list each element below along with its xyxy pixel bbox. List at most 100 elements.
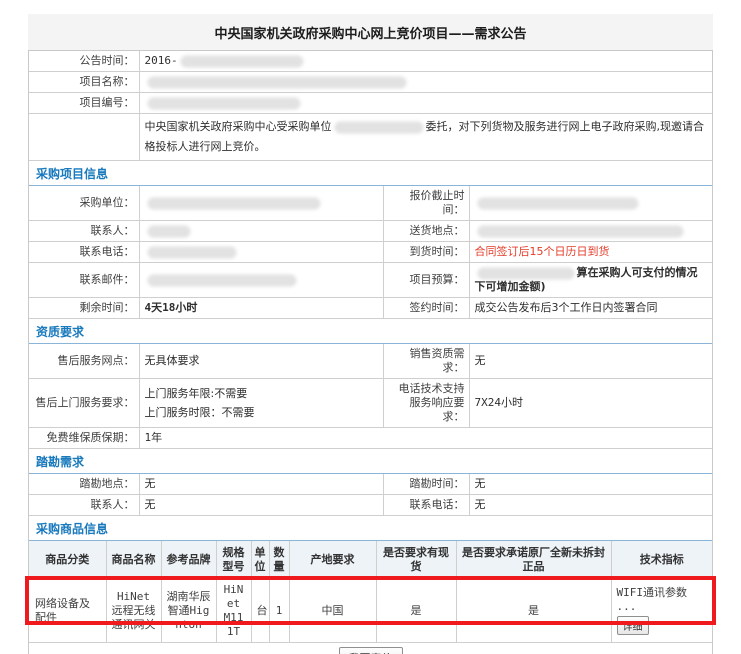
redacted-text xyxy=(148,275,296,286)
product-header-row: 商品分类 商品名称 参考品牌 规格型号 单位 数量 产地要求 是否要求有现货 是… xyxy=(29,541,712,579)
contact-label: 联系人： xyxy=(29,221,139,242)
col-in-stock: 是否要求有现货 xyxy=(376,541,456,579)
col-quantity: 数量 xyxy=(269,541,289,579)
detail-button[interactable]: 详细 xyxy=(617,616,649,635)
section-title-survey: 踏勘需求 xyxy=(29,448,712,474)
col-brand-new: 是否要求承诺原厂全新未拆封正品 xyxy=(456,541,611,579)
section-title-qualification: 资质要求 xyxy=(29,318,712,344)
survey-table: 踏勘地点： 无 踏勘时间： 无 联系人： 无 联系电话： 无 xyxy=(29,474,712,515)
phone-support-value: 7X24小时 xyxy=(469,379,712,428)
project-info-table: 采购单位： 报价截止时间： 联系人： 送货地点： 联系电话： 到货时间： 合同签… xyxy=(29,186,712,318)
redacted-text xyxy=(335,122,423,133)
onsite-service-value: 上门服务年限:不需要上门服务时限：不需要 xyxy=(139,379,383,428)
announcement-table: 公告时间： 2016- 项目名称： 项目编号： 中央国家机关政府采购中心受采购单… xyxy=(29,51,712,160)
redacted-text xyxy=(181,56,303,67)
page-title: 中央国家机关政府采购中心网上竞价项目——需求公告 xyxy=(28,14,713,50)
table-row: 踏勘地点： 无 踏勘时间： 无 xyxy=(29,474,712,495)
table-row: 联系邮件： 项目预算： 算在采购人可支付的情况下可增加金额) xyxy=(29,263,712,298)
budget-value: 算在采购人可支付的情况下可增加金额) xyxy=(469,263,712,298)
col-tech-spec: 技术指标 xyxy=(611,541,712,579)
redacted-text xyxy=(478,226,683,237)
survey-place-value: 无 xyxy=(139,474,383,495)
redacted-text xyxy=(148,247,236,258)
product-model: HiNet M111T xyxy=(216,579,251,642)
redacted-text xyxy=(148,226,190,237)
col-brand: 参考品牌 xyxy=(161,541,216,579)
phone-support-label: 电话技术支持服务响应要求： xyxy=(383,379,469,428)
demand-announcement-page: 中央国家机关政府采购中心网上竞价项目——需求公告 公告时间： 2016- 项目名… xyxy=(0,14,741,654)
survey-time-label: 踏勘时间： xyxy=(383,474,469,495)
budget-label: 项目预算： xyxy=(383,263,469,298)
product-in-stock: 是 xyxy=(376,579,456,642)
arrival-time-value: 合同签订后15个日历日到货 xyxy=(469,242,712,263)
redacted-text xyxy=(478,198,638,209)
content-frame: 公告时间： 2016- 项目名称： 项目编号： 中央国家机关政府采购中心受采购单… xyxy=(28,50,713,654)
deadline-label: 报价截止时间： xyxy=(383,186,469,221)
col-origin: 产地要求 xyxy=(289,541,376,579)
product-origin: 中国 xyxy=(289,579,376,642)
purchaser-label: 采购单位： xyxy=(29,186,139,221)
sign-time-value: 成交公告发布后3个工作日内签署合同 xyxy=(469,298,712,319)
col-model: 规格型号 xyxy=(216,541,251,579)
arrival-time-label: 到货时间： xyxy=(383,242,469,263)
sales-qualification-value: 无 xyxy=(469,344,712,379)
remaining-time-value: 4天18小时 xyxy=(139,298,383,319)
survey-contact-label: 联系人： xyxy=(29,495,139,516)
qualification-table: 售后服务网点： 无具体要求 销售资质需求： 无 售后上门服务要求： 上门服务年限… xyxy=(29,344,712,448)
redacted-text xyxy=(148,77,406,88)
table-row: 联系人： 送货地点： xyxy=(29,221,712,242)
col-name: 商品名称 xyxy=(106,541,161,579)
survey-phone-label: 联系电话： xyxy=(383,495,469,516)
product-name: HiNet远程无线通讯网关 xyxy=(106,579,161,642)
product-quantity: 1 xyxy=(269,579,289,642)
bid-button[interactable]: 我要竞价 xyxy=(339,647,403,654)
product-unit: 台 xyxy=(251,579,269,642)
redacted-text xyxy=(478,268,574,279)
warranty-label: 免费维保质保期： xyxy=(29,428,139,449)
bid-button-row: 我要竞价 xyxy=(29,642,712,654)
table-row: 联系人： 无 联系电话： 无 xyxy=(29,495,712,516)
warranty-value: 1年 xyxy=(139,428,712,449)
product-tech-spec: WIFI通讯参数 ... 详细 xyxy=(611,579,712,642)
redacted-text xyxy=(148,198,320,209)
survey-place-label: 踏勘地点： xyxy=(29,474,139,495)
sign-time-label: 签约时间： xyxy=(383,298,469,319)
announce-time-value: 2016- xyxy=(145,54,178,67)
product-brand: 湖南华辰智通Hignton xyxy=(161,579,216,642)
service-outlet-label: 售后服务网点： xyxy=(29,344,139,379)
product-row: 网络设备及配件 HiNet远程无线通讯网关 湖南华辰智通Hignton HiNe… xyxy=(29,579,712,642)
delivery-place-label: 送货地点： xyxy=(383,221,469,242)
product-table-wrap: 商品分类 商品名称 参考品牌 规格型号 单位 数量 产地要求 是否要求有现货 是… xyxy=(29,541,712,642)
survey-contact-value: 无 xyxy=(139,495,383,516)
table-row: 项目名称： xyxy=(29,72,712,93)
redacted-text xyxy=(148,98,300,109)
entrust-paragraph: 中央国家机关政府采购中心受采购单位委托，对下列货物及服务进行网上电子政府采购,现… xyxy=(139,114,712,161)
onsite-service-label: 售后上门服务要求： xyxy=(29,379,139,428)
col-unit: 单位 xyxy=(251,541,269,579)
table-row: 中央国家机关政府采购中心受采购单位委托，对下列货物及服务进行网上电子政府采购,现… xyxy=(29,114,712,161)
email-label: 联系邮件： xyxy=(29,263,139,298)
table-row: 剩余时间： 4天18小时 签约时间： 成交公告发布后3个工作日内签署合同 xyxy=(29,298,712,319)
table-row: 免费维保质保期： 1年 xyxy=(29,428,712,449)
survey-phone-value: 无 xyxy=(469,495,712,516)
sales-qualification-label: 销售资质需求： xyxy=(383,344,469,379)
table-row: 公告时间： 2016- xyxy=(29,51,712,72)
product-table: 商品分类 商品名称 参考品牌 规格型号 单位 数量 产地要求 是否要求有现货 是… xyxy=(29,541,712,642)
service-outlet-value: 无具体要求 xyxy=(139,344,383,379)
section-title-project-info: 采购项目信息 xyxy=(29,160,712,186)
table-row: 售后上门服务要求： 上门服务年限:不需要上门服务时限：不需要 电话技术支持服务响… xyxy=(29,379,712,428)
project-number-label: 项目编号： xyxy=(29,93,139,114)
table-row: 项目编号： xyxy=(29,93,712,114)
table-row: 采购单位： 报价截止时间： xyxy=(29,186,712,221)
product-brand-new: 是 xyxy=(456,579,611,642)
section-title-products: 采购商品信息 xyxy=(29,515,712,541)
col-category: 商品分类 xyxy=(29,541,106,579)
project-name-label: 项目名称： xyxy=(29,72,139,93)
empty-label xyxy=(29,114,139,161)
table-row: 联系电话： 到货时间： 合同签订后15个日历日到货 xyxy=(29,242,712,263)
table-row: 售后服务网点： 无具体要求 销售资质需求： 无 xyxy=(29,344,712,379)
product-category: 网络设备及配件 xyxy=(29,579,106,642)
announce-time-label: 公告时间： xyxy=(29,51,139,72)
survey-time-value: 无 xyxy=(469,474,712,495)
phone-label: 联系电话： xyxy=(29,242,139,263)
